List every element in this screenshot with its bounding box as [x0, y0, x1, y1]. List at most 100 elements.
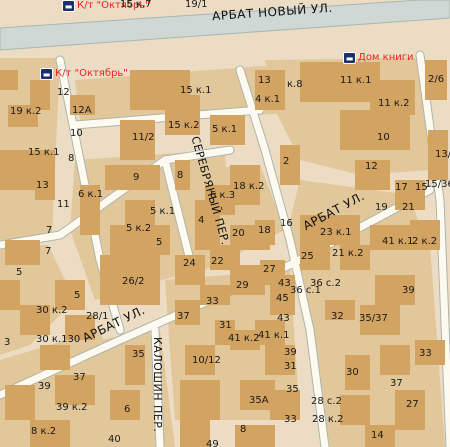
house-number-label: 13/1 [435, 149, 450, 160]
house-number-label: 39 к.2 [56, 402, 88, 413]
house-number-label: 14 [371, 430, 384, 441]
house-number-label: 6 к.3 [210, 190, 236, 201]
house-number-label: 19 к.2 [10, 106, 42, 117]
house-number-label: 2/6 [428, 74, 445, 85]
poi-cinema-oktyabr[interactable]: ▬ К/т "Октябрь" [40, 68, 128, 80]
house-number-label: 13 [258, 75, 271, 86]
house-number-label: 12 [57, 87, 70, 98]
house-number-label: 11 к.2 [378, 98, 410, 109]
house-number-label: 20 [232, 228, 245, 239]
house-number-label: 29 [236, 280, 249, 291]
house-number-label: 5 к.1 [150, 206, 176, 217]
house-number-label: 5 к.2 [126, 223, 152, 234]
house-number-label: 21 к.2 [332, 248, 364, 259]
house-number-label: 17 [395, 182, 408, 193]
house-number-label: 15 к.1 [28, 147, 60, 158]
house-number-label: 21 [402, 202, 415, 213]
house-number-label: 10/12 [192, 355, 221, 366]
poi-dom-knigi[interactable]: ▬ Дом книги [343, 52, 413, 64]
house-number-label: 36 с.2 [310, 278, 341, 289]
house-number-label: 27 [406, 399, 419, 410]
bus-stop-icon: ▬ [62, 0, 75, 12]
map-view[interactable]: АРБАТ НОВЫЙ УЛ. АРБАТ УЛ. АРБАТ УЛ. СЕРЕ… [0, 0, 450, 447]
house-number-label: 4 к.1 [255, 94, 281, 105]
house-number-label: 39 [402, 285, 415, 296]
house-number-label: 11/2 [132, 132, 155, 143]
house-number-label: 35 [286, 384, 299, 395]
house-number-label: 18 [258, 225, 271, 236]
house-number-label: 12 [365, 161, 378, 172]
house-number-label: 15 к.2 [168, 120, 200, 131]
house-number-label: 41 к.1 [258, 330, 290, 341]
house-number-label: к.8 [287, 79, 303, 90]
house-number-label: 37 [390, 378, 403, 389]
house-number-label: 49 [206, 439, 219, 447]
poi-label: К/т "Октябрь" [55, 68, 128, 79]
house-number-label: 8 [68, 153, 75, 164]
house-number-label: 39 [284, 347, 297, 358]
bus-stop-icon: ▬ [40, 68, 53, 80]
house-number-label: 6 [124, 404, 131, 415]
house-number-label: 43 [277, 313, 290, 324]
house-number-label: 2 [283, 156, 290, 167]
house-number-label: 10 [377, 132, 390, 143]
house-number-label: 5 [16, 267, 23, 278]
house-number-label: 39 [38, 381, 51, 392]
house-number-label: 28/1 [86, 311, 109, 322]
house-number-label: 33 [419, 348, 432, 359]
house-number-label: 8 к.2 [31, 426, 57, 437]
house-number-label: 28 к.2 [312, 414, 344, 425]
house-number-label: 19 [375, 202, 388, 213]
house-number-label: 15 к.7 [120, 0, 152, 10]
house-number-label: 15 к.1 [180, 85, 212, 96]
house-number-label: 37 [73, 372, 86, 383]
house-number-label: 22 [211, 256, 224, 267]
house-number-label: 18 к.2 [233, 181, 265, 192]
house-number-label: 15/36 [425, 179, 450, 190]
house-number-label: 8 [177, 170, 184, 181]
house-number-label: 8 [240, 424, 247, 435]
house-number-label: 45 [276, 293, 289, 304]
house-number-label: 28 с.2 [311, 396, 342, 407]
house-number-label: 10 [70, 128, 83, 139]
house-number-label: 30 к.130 [36, 334, 81, 345]
house-number-label: 7 [46, 225, 53, 236]
house-number-label: 35 [132, 349, 145, 360]
house-number-label: 24 [183, 258, 196, 269]
house-number-label: 41 к.2 [228, 333, 260, 344]
house-number-label: 5 к.1 [212, 124, 238, 135]
house-number-label: 31 [284, 361, 297, 372]
house-number-label: 19/1 [185, 0, 208, 10]
house-number-label: 11 к.1 [340, 75, 372, 86]
poi-label: Дом книги [358, 52, 414, 63]
house-number-label: 26/2 [122, 276, 145, 287]
house-number-label: 7 [45, 246, 52, 257]
house-number-label: 13 [36, 180, 49, 191]
house-number-label: 5 [74, 290, 81, 301]
house-number-label: 33 [284, 414, 297, 425]
house-number-label: 41 к.1 [382, 236, 414, 247]
house-number-label: 2 к.2 [412, 236, 438, 247]
house-number-label: 4 [198, 215, 205, 226]
house-number-label: 40 [108, 434, 121, 445]
house-number-label: 5 [156, 237, 163, 248]
house-number-label: 6 к.1 [78, 189, 104, 200]
house-number-label: 25 [301, 251, 314, 262]
house-number-label: 3 [4, 337, 11, 348]
house-number-label: 9 [133, 172, 140, 183]
house-number-label: 30 к.2 [36, 305, 68, 316]
street-label-kaloshin: КАЛОШИН ПЕР. [151, 337, 164, 433]
house-number-label: 23 к.1 [320, 227, 352, 238]
house-number-label: 11 [57, 199, 70, 210]
house-number-label: 32 [331, 311, 344, 322]
house-number-label: 33 [206, 296, 219, 307]
house-number-label: 35/37 [359, 313, 388, 324]
house-number-label: 43 [278, 278, 291, 289]
house-number-label: 16 [280, 218, 293, 229]
house-number-label: 30 [346, 367, 359, 378]
house-number-label: 31 [219, 320, 232, 331]
house-number-label: 35А [249, 395, 269, 406]
house-number-label: 37 [177, 311, 190, 322]
house-number-label: 27 [263, 264, 276, 275]
house-number-label: 12А [72, 105, 92, 116]
